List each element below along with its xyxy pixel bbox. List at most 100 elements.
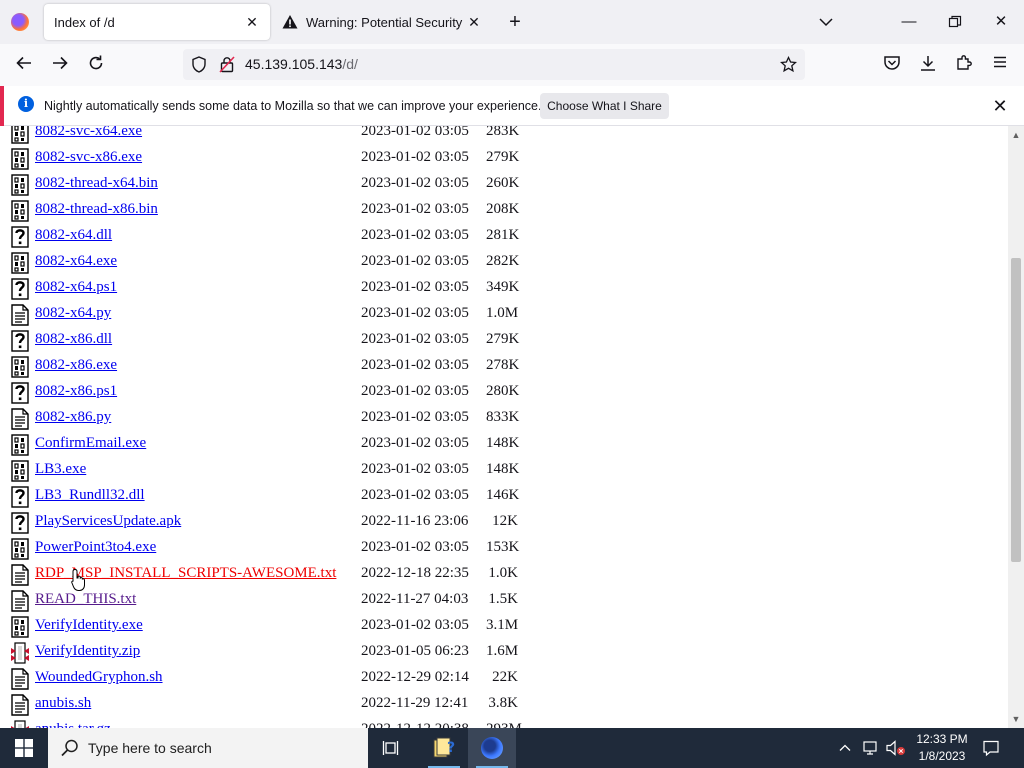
compressed-icon (11, 720, 29, 728)
volume-muted-icon[interactable] (886, 740, 906, 756)
back-button[interactable] (13, 54, 35, 76)
taskbar-search-box[interactable]: Type here to search (48, 728, 368, 768)
clock-time[interactable]: 12:33 PM (914, 732, 970, 746)
file-link[interactable]: 8082-x86.exe (35, 357, 117, 374)
downloads-button[interactable] (917, 54, 939, 76)
file-size: 279K (486, 149, 520, 165)
bookmark-star-icon[interactable] (780, 56, 797, 73)
notification-accent-stripe (0, 86, 4, 126)
file-link[interactable]: PowerPoint3to4.exe (35, 539, 156, 556)
chevron-up-icon[interactable] (839, 742, 851, 754)
file-link[interactable]: VerifyIdentity.zip (35, 643, 140, 660)
file-size: 146K (486, 487, 520, 503)
extensions-button[interactable] (953, 54, 975, 76)
text-icon (11, 590, 29, 612)
file-row: 8082-x86.dll 2023-01-02 03:05 279K (0, 327, 1008, 353)
file-size: 1.5K (488, 591, 518, 607)
file-row: RDP_MSP_INSTALL_SCRIPTS-AWESOME.txt 2022-… (0, 561, 1008, 587)
file-row: 8082-x64.dll 2023-01-02 03:05 281K (0, 223, 1008, 249)
choose-what-i-share-button[interactable]: Choose What I Share (540, 93, 669, 119)
close-tab-icon[interactable]: ✕ (466, 14, 482, 30)
file-date: 2023-01-02 03:05 (361, 126, 469, 139)
warning-icon (282, 15, 298, 29)
minimize-button[interactable]: — (897, 10, 921, 34)
restore-icon (948, 15, 962, 28)
binary-icon (11, 126, 29, 144)
file-link[interactable]: 8082-svc-x64.exe (35, 126, 142, 140)
file-link[interactable]: READ_THIS.txt (35, 591, 136, 608)
file-date: 2022-12-18 22:35 (361, 565, 469, 581)
taskbar-app-firefox-nightly[interactable] (468, 728, 516, 768)
hand-pointer-cursor-icon (71, 568, 85, 591)
file-link[interactable]: 8082-svc-x86.exe (35, 149, 142, 166)
clock-date[interactable]: 1/8/2023 (914, 749, 970, 763)
file-row: anubis.tar.gz 2022-12-12 20:38 293M (0, 717, 1008, 728)
chevron-down-icon[interactable] (816, 12, 836, 32)
file-date: 2023-01-05 06:23 (361, 643, 469, 659)
file-size: 1.0K (488, 565, 518, 581)
file-row: LB3.exe 2023-01-02 03:05 148K (0, 457, 1008, 483)
task-view-icon (382, 741, 399, 755)
file-link[interactable]: 8082-x64.exe (35, 253, 117, 270)
taskbar-app-file-manager[interactable]: ? (420, 728, 468, 768)
start-button[interactable] (0, 728, 48, 768)
text-icon (11, 304, 29, 326)
file-row: PlayServicesUpdate.apk 2022-11-16 23:06 12… (0, 509, 1008, 535)
file-row: 8082-x64.exe 2023-01-02 03:05 282K (0, 249, 1008, 275)
windows-taskbar: Type here to search ? 12:33 PM 1/8/2023 (0, 728, 1024, 768)
file-row: 8082-x64.py 2023-01-02 03:05 1.0M (0, 301, 1008, 327)
file-link[interactable]: 8082-x64.ps1 (35, 279, 117, 296)
tab-title: Warning: Potential Security Risk (306, 14, 466, 30)
file-link[interactable]: anubis.sh (35, 695, 91, 712)
pocket-button[interactable] (881, 54, 903, 76)
unknown-icon (11, 486, 29, 508)
file-size: 260K (486, 175, 520, 191)
app-menu-button[interactable] (989, 54, 1011, 76)
close-tab-icon[interactable]: ✕ (244, 14, 260, 30)
file-link[interactable]: VerifyIdentity.exe (35, 617, 143, 634)
network-icon[interactable] (863, 740, 881, 756)
forward-button[interactable] (49, 54, 71, 76)
file-link[interactable]: anubis.tar.gz (35, 721, 111, 728)
reload-button[interactable] (85, 54, 107, 76)
restore-button[interactable] (943, 10, 967, 34)
download-icon (921, 56, 935, 71)
binary-icon (11, 252, 29, 274)
text-icon (11, 408, 29, 430)
file-date: 2023-01-02 03:05 (361, 279, 469, 295)
new-tab-button[interactable]: + (503, 10, 527, 34)
tab-security-warning[interactable]: Warning: Potential Security Risk ✕ (272, 4, 492, 40)
file-link[interactable]: 8082-x64.py (35, 305, 111, 322)
scroll-down-arrow-icon[interactable]: ▼ (1008, 712, 1024, 726)
task-view-button[interactable] (368, 728, 416, 768)
notifications-icon[interactable] (982, 739, 1000, 757)
file-link[interactable]: 8082-x64.dll (35, 227, 112, 244)
file-link[interactable]: 8082-thread-x64.bin (35, 175, 158, 192)
file-link[interactable]: PlayServicesUpdate.apk (35, 513, 181, 530)
url-text[interactable]: 45.139.105.143/d/ (245, 56, 358, 72)
file-link[interactable]: WoundedGryphon.sh (35, 669, 163, 686)
pocket-icon (884, 56, 900, 70)
scroll-up-arrow-icon[interactable]: ▲ (1008, 128, 1024, 142)
file-link[interactable]: LB3_Rundll32.dll (35, 487, 145, 504)
address-bar[interactable]: 45.139.105.143/d/ (183, 49, 805, 80)
file-link[interactable]: ConfirmEmail.exe (35, 435, 146, 452)
scrollbar-thumb[interactable] (1011, 258, 1021, 562)
file-link[interactable]: 8082-x86.ps1 (35, 383, 117, 400)
firefox-logo-icon[interactable] (11, 13, 29, 31)
tab-index-of-d[interactable]: Index of /d ✕ (44, 4, 270, 40)
vertical-scrollbar[interactable]: ▲ ▼ (1008, 126, 1024, 728)
file-link[interactable]: 8082-thread-x86.bin (35, 201, 158, 218)
file-link[interactable]: 8082-x86.dll (35, 331, 112, 348)
file-link[interactable]: LB3.exe (35, 461, 86, 478)
shield-icon[interactable] (191, 56, 207, 73)
hamburger-menu-icon (994, 56, 1006, 68)
file-link[interactable]: 8082-x86.py (35, 409, 111, 426)
file-row: VerifyIdentity.exe 2023-01-02 03:05 3.1M (0, 613, 1008, 639)
close-window-button[interactable]: ✕ (989, 10, 1013, 34)
close-notification-icon[interactable]: ✕ (989, 95, 1011, 117)
forward-arrow-icon (53, 56, 68, 70)
file-date: 2023-01-02 03:05 (361, 357, 469, 373)
insecure-lock-icon[interactable] (219, 56, 235, 73)
navigation-toolbar: 45.139.105.143/d/ (0, 44, 1024, 86)
